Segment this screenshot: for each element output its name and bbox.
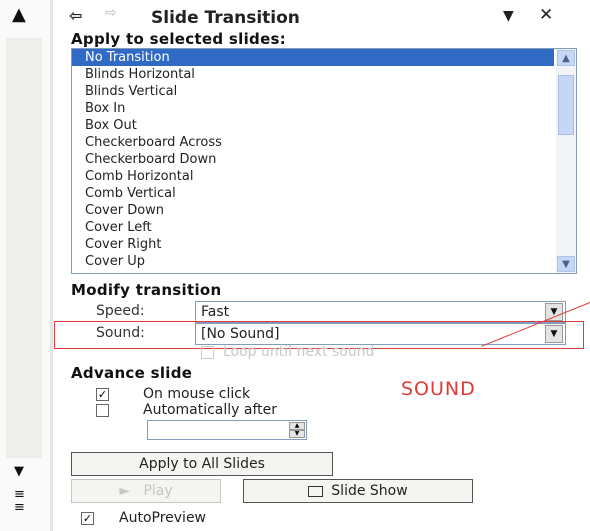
back-arrow-icon[interactable]: ⇦ [69,6,82,25]
spin-up-icon[interactable]: ▲ [289,422,305,430]
transition-listbox[interactable]: No Transition Blinds Horizontal Blinds Ver… [71,48,577,274]
auto-advance-label: Automatically after [143,402,278,418]
auto-advance-time-input[interactable]: ▲ ▼ [147,420,307,440]
sound-annotation: SOUND [401,378,476,400]
auto-advance-checkbox[interactable] [96,404,109,417]
check-mark-icon: ✓ [97,388,108,401]
close-icon[interactable]: ✕ [539,5,553,25]
loop-checkbox[interactable] [201,346,214,359]
speed-value: Fast [201,304,230,320]
on-click-label: On mouse click [143,386,251,402]
transition-list-item[interactable]: Checkerboard Across [72,134,554,151]
list-scroll-up-icon[interactable]: ▲ [557,50,575,66]
play-button[interactable]: ► Play [71,479,221,503]
play-label: Play [143,483,173,499]
transition-list-item[interactable]: No Transition [72,49,554,66]
transition-list-item[interactable]: Checkerboard Down [72,151,554,168]
scroll-down-icon[interactable]: ▼ [14,464,24,479]
slide-transition-pane: ⇦ ⇨ Slide Transition ▼ ✕ Apply to select… [53,0,590,531]
left-scroll-strip: ▲ ▼ ≡ ≡ [0,0,50,531]
autopreview-checkbox[interactable]: ✓ [81,512,94,525]
speed-dropdown[interactable]: Fast ▼ [195,301,566,323]
transition-list-item[interactable]: Comb Horizontal [72,168,554,185]
slide-show-button[interactable]: Slide Show [243,479,473,503]
sound-dropdown-arrow-icon[interactable]: ▼ [545,325,563,343]
transition-list-item[interactable]: Box Out [72,117,554,134]
apply-all-slides-button[interactable]: Apply to All Slides [71,452,333,476]
transition-list-item[interactable]: Comb Vertical [72,185,554,202]
apply-heading: Apply to selected slides: [71,30,287,48]
loop-label: Loop until next sound [223,344,375,360]
sound-value: [No Sound] [201,326,280,342]
transition-items: No Transition Blinds Horizontal Blinds Ver… [72,49,554,270]
scroll-up-icon[interactable]: ▲ [12,6,26,24]
list-scroll-thumb[interactable] [558,75,574,135]
pane-title: Slide Transition [151,8,300,28]
forward-arrow-icon[interactable]: ⇨ [105,5,117,21]
check-mark-icon: ✓ [82,512,93,525]
sound-label: Sound: [96,325,145,341]
speed-label: Speed: [96,303,145,319]
transition-list-item[interactable]: Cover Right [72,236,554,253]
transition-list-item[interactable]: Box In [72,100,554,117]
list-scroll-down-icon[interactable]: ▼ [557,256,575,272]
pane-menu-dropdown-icon[interactable]: ▼ [503,8,514,24]
transition-list-item[interactable]: Blinds Horizontal [72,66,554,83]
advance-heading: Advance slide [71,364,193,382]
listbox-scrollbar[interactable]: ▲ ▼ [556,49,576,273]
transition-list-item[interactable]: Blinds Vertical [72,83,554,100]
play-icon: ► [119,483,131,499]
spin-down-icon[interactable]: ▼ [289,430,305,438]
task-pane-title-bar: ⇦ ⇨ Slide Transition ▼ ✕ [53,0,590,34]
slide-show-icon [308,485,324,497]
on-click-checkbox[interactable]: ✓ [96,388,109,401]
transition-list-item[interactable]: Cover Up [72,253,554,270]
transition-list-item[interactable]: Cover Down [72,202,554,219]
transition-list-item[interactable]: Cover Left [72,219,554,236]
view-toggle-icons[interactable]: ≡ ≡ [14,488,25,514]
scroll-track[interactable] [6,38,42,458]
modify-heading: Modify transition [71,281,222,299]
slide-show-label: Slide Show [331,483,408,499]
autopreview-label: AutoPreview [119,510,207,526]
